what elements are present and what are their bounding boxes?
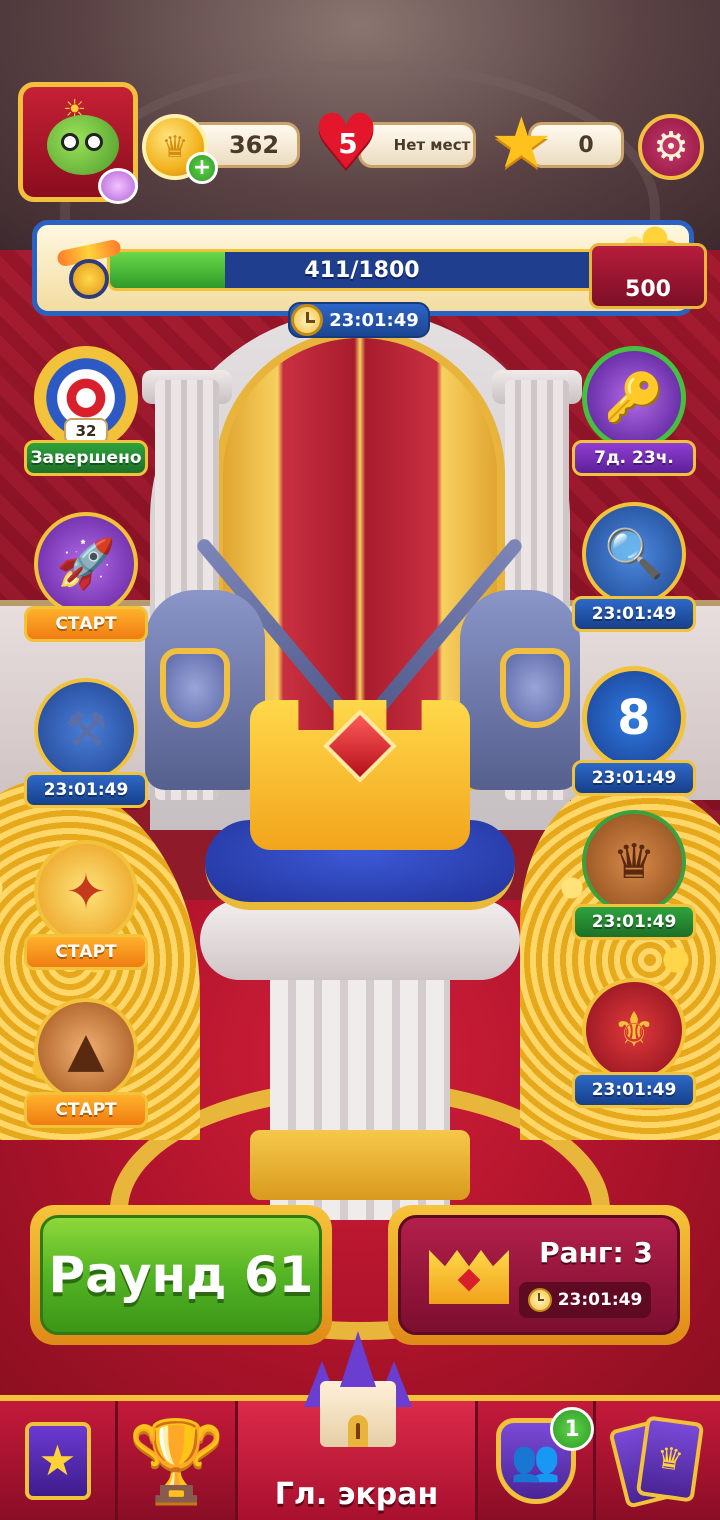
knight-shield-left [160, 648, 230, 728]
event-key-label: 7д. 23ч. [572, 440, 696, 476]
propeller-hub [69, 259, 109, 299]
clock-icon [527, 1288, 552, 1312]
crate-icon: ⚜ [582, 978, 686, 1082]
chest-icon: ♛ [582, 810, 686, 914]
event-chest[interactable]: ♛ 23:01:49 [572, 810, 696, 940]
plus-icon: + [192, 155, 212, 180]
event-rocket-label: СТАРТ [24, 606, 148, 642]
event-rocket[interactable]: 🚀 СТАРТ [24, 512, 148, 642]
event-anvil-label: 23:01:49 [24, 772, 148, 808]
propeller-icon [53, 233, 125, 305]
stars-value: 0 [578, 132, 594, 158]
nav-team[interactable]: 👥 1 [478, 1401, 596, 1520]
anvil-icon: ⚒ [34, 678, 138, 782]
card-front: ♛ [635, 1414, 705, 1503]
progress-text: 411/1800 [304, 257, 420, 283]
castle-icon [300, 1331, 416, 1451]
event-scroll[interactable]: 🔍 23:01:49 [572, 502, 696, 632]
event-key[interactable]: 🔑 7д. 23ч. [572, 346, 696, 476]
rank-title: Ранг: 3 [539, 1236, 653, 1269]
rocket-icon: 🚀 [34, 512, 138, 616]
heart-icon: ♥ 5 [312, 104, 384, 180]
avatar-frame-gem-icon [98, 168, 138, 204]
event-shield-label: 23:01:49 [572, 760, 696, 796]
lives-status: Нет мест [393, 136, 471, 154]
team-notification-badge: 1 [550, 1407, 594, 1451]
nav-album[interactable]: ★ [0, 1401, 118, 1520]
magnifier-scroll-icon: 🔍 [582, 502, 686, 606]
progress-timer-value: 23:01:49 [329, 309, 419, 331]
cards-icon: ♛ [608, 1414, 705, 1509]
nav-cards[interactable]: ♛ [596, 1401, 720, 1520]
play-level-label: Раунд 61 [40, 1215, 322, 1335]
gear-icon: ⚙ [653, 124, 689, 170]
event-crate[interactable]: ⚜ 23:01:49 [572, 978, 696, 1108]
rank-timer: 23:01:49 [519, 1282, 651, 1318]
key-icon: 🔑 [582, 346, 686, 450]
event-target-label: Завершено [24, 440, 148, 476]
rank-button[interactable]: Ранг: 3 23:01:49 [388, 1205, 690, 1345]
event-crate-label: 23:01:49 [572, 1072, 696, 1108]
pedestal-top [200, 900, 520, 980]
event-golden-arch[interactable]: ✦ СТАРТ [24, 840, 148, 970]
castle-roof-center [340, 1331, 376, 1387]
progress-bar: 411/1800 [107, 249, 617, 291]
reward-chest: 500 [589, 243, 707, 309]
clock-icon [291, 304, 324, 336]
volcano-icon: ▲ [34, 998, 138, 1102]
event-chest-label: 23:01:49 [572, 904, 696, 940]
pedestal-base [250, 1130, 470, 1200]
avatar-eye-left [61, 133, 79, 151]
event-volcano-label: СТАРТ [24, 1092, 148, 1128]
event-shield[interactable]: 8 23:01:49 [572, 666, 696, 796]
coins-value: 362 [228, 131, 280, 159]
golden-arch-icon: ✦ [34, 840, 138, 944]
event-scroll-label: 23:01:49 [572, 596, 696, 632]
nav-home[interactable]: Гл. экран [238, 1331, 478, 1520]
progress-timer: 23:01:49 [288, 302, 430, 338]
event-target[interactable]: 32 Завершено [24, 346, 148, 476]
avatar-eye-right [85, 133, 103, 151]
trophy-icon: 🏆 [127, 1415, 226, 1506]
event-volcano[interactable]: ▲ СТАРТ [24, 998, 148, 1128]
add-coins-button[interactable]: + [186, 152, 218, 184]
nav-leaderboard[interactable]: 🏆 [118, 1401, 238, 1520]
bottom-navigation: ★ 🏆 Гл. экран 👥 1 ♛ [0, 1331, 720, 1520]
shield-value: 8 [617, 690, 651, 746]
nav-home-label: Гл. экран [274, 1477, 439, 1512]
lives-value: 5 [338, 126, 358, 160]
shield-icon: 8 [582, 666, 686, 770]
settings-button[interactable]: ⚙ [638, 114, 704, 180]
star-book-icon: ★ [24, 1421, 91, 1500]
play-level-button[interactable]: Раунд 61 [30, 1205, 332, 1345]
avatar-face [47, 115, 119, 175]
reward-amount: 500 [625, 277, 671, 302]
knight-shield-right [500, 648, 570, 728]
rank-timer-value: 23:01:49 [557, 1290, 643, 1310]
event-anvil[interactable]: ⚒ 23:01:49 [24, 678, 148, 808]
castle-door [348, 1415, 368, 1447]
star-icon: ★ [490, 102, 553, 184]
event-golden-arch-label: СТАРТ [24, 934, 148, 970]
rank-button-inner: Ранг: 3 23:01:49 [398, 1215, 680, 1335]
